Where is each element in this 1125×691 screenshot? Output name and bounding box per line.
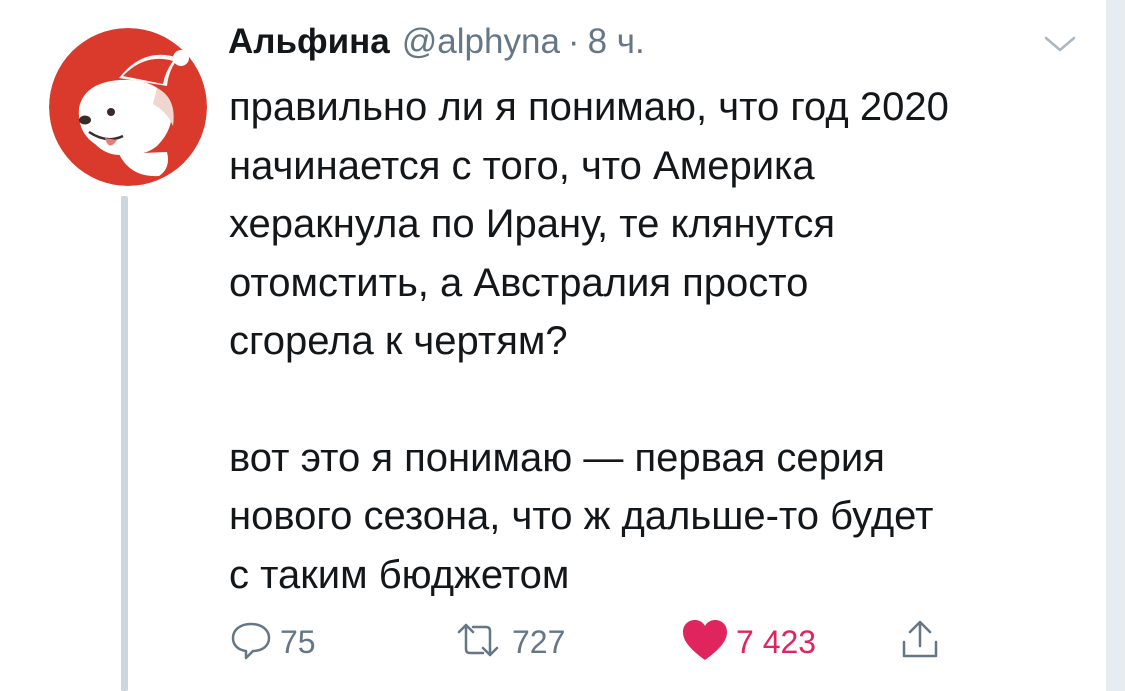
tweet-actions: 75 727 7 423: [228, 618, 988, 666]
chevron-down-icon[interactable]: [1040, 30, 1080, 58]
author-handle[interactable]: @alphyna: [402, 22, 560, 62]
like-count: 7 423: [736, 623, 817, 660]
reply-icon: [228, 619, 274, 666]
retweet-button[interactable]: 727: [450, 618, 565, 666]
reply-button[interactable]: 75: [228, 618, 316, 666]
like-button[interactable]: 7 423: [680, 618, 816, 666]
retweet-icon: [450, 619, 506, 666]
tweet-paragraph: правильно ли я понимаю, что год 2020 нач…: [229, 85, 949, 363]
share-button[interactable]: [898, 618, 942, 666]
tweet-header: Альфина @alphyna · 8 ч.: [228, 22, 645, 70]
reply-count: 75: [280, 623, 316, 660]
separator-dot: ·: [567, 22, 580, 61]
thread-line: [121, 196, 128, 691]
avatar[interactable]: [49, 28, 207, 186]
right-divider: [1106, 0, 1125, 691]
share-icon: [898, 618, 942, 667]
tweet-text: правильно ли я понимаю, что год 2020 нач…: [229, 78, 1089, 604]
retweet-count: 727: [512, 623, 566, 660]
tweet-time[interactable]: 8 ч.: [588, 22, 645, 62]
tweet-paragraph: вот это я понимаю — первая серия нового …: [229, 435, 934, 597]
author-name[interactable]: Альфина: [228, 22, 390, 62]
heart-icon: [680, 618, 730, 667]
avatar-image: [49, 28, 207, 186]
